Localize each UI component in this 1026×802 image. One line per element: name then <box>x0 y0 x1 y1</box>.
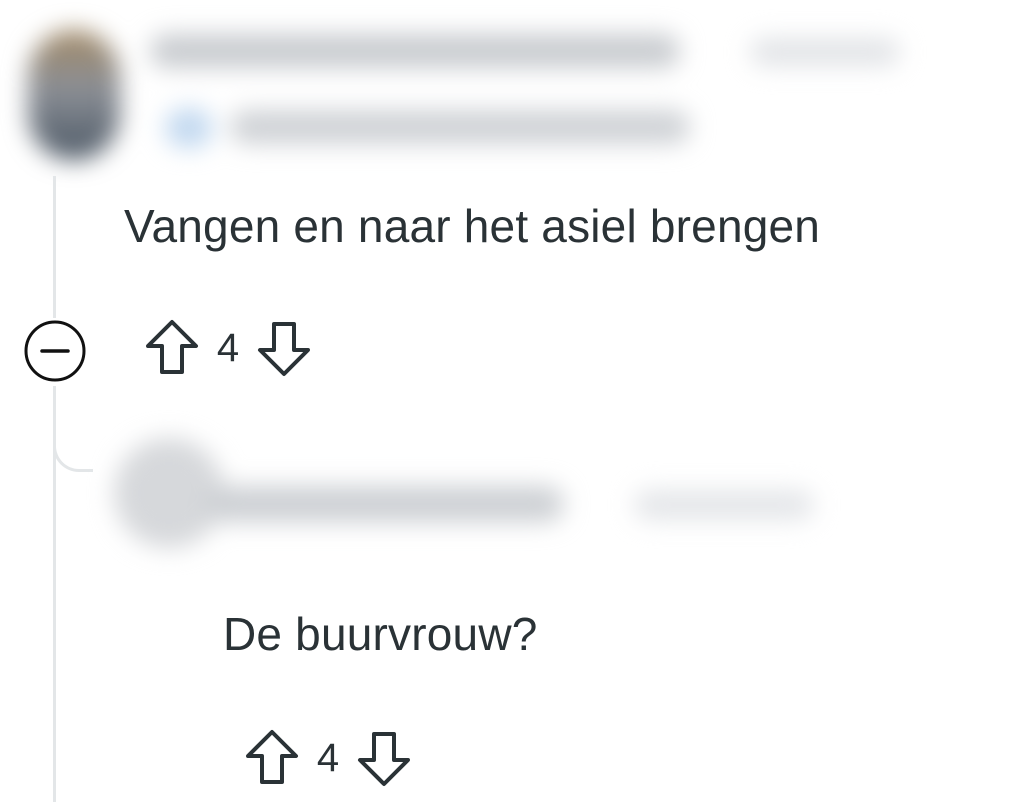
comment-header-blurred <box>0 0 1026 180</box>
arrow-down-outline-icon <box>358 732 410 786</box>
collapse-minus-circle-icon <box>24 320 86 382</box>
arrow-up-outline-icon <box>246 730 298 784</box>
reply-username-blurred[interactable] <box>204 486 564 522</box>
thread-line-top[interactable] <box>53 176 56 322</box>
arrow-down-outline-icon <box>258 322 310 376</box>
reply-downvote-button[interactable] <box>352 726 416 790</box>
vote-count: 4 <box>216 326 240 370</box>
timestamp-blurred <box>750 38 900 66</box>
flair-text-blurred <box>230 110 690 144</box>
reply-header-blurred <box>84 408 844 568</box>
reply-text: De buurvrouw? <box>223 608 538 660</box>
arrow-up-outline-icon <box>146 320 198 374</box>
comment-vote-bar: 4 <box>140 316 316 380</box>
reply-vote-bar: 4 <box>240 726 416 790</box>
reply-upvote-button[interactable] <box>240 726 304 790</box>
reply-timestamp-blurred <box>634 490 814 520</box>
downvote-button[interactable] <box>252 316 316 380</box>
reply-vote-count: 4 <box>316 736 340 780</box>
comment-text: Vangen en naar het asiel brengen <box>124 200 821 252</box>
flair-icon <box>165 108 213 148</box>
upvote-button[interactable] <box>140 316 204 380</box>
collapse-thread-button[interactable] <box>22 318 88 384</box>
avatar[interactable] <box>28 30 120 160</box>
username-blurred[interactable] <box>150 34 680 68</box>
